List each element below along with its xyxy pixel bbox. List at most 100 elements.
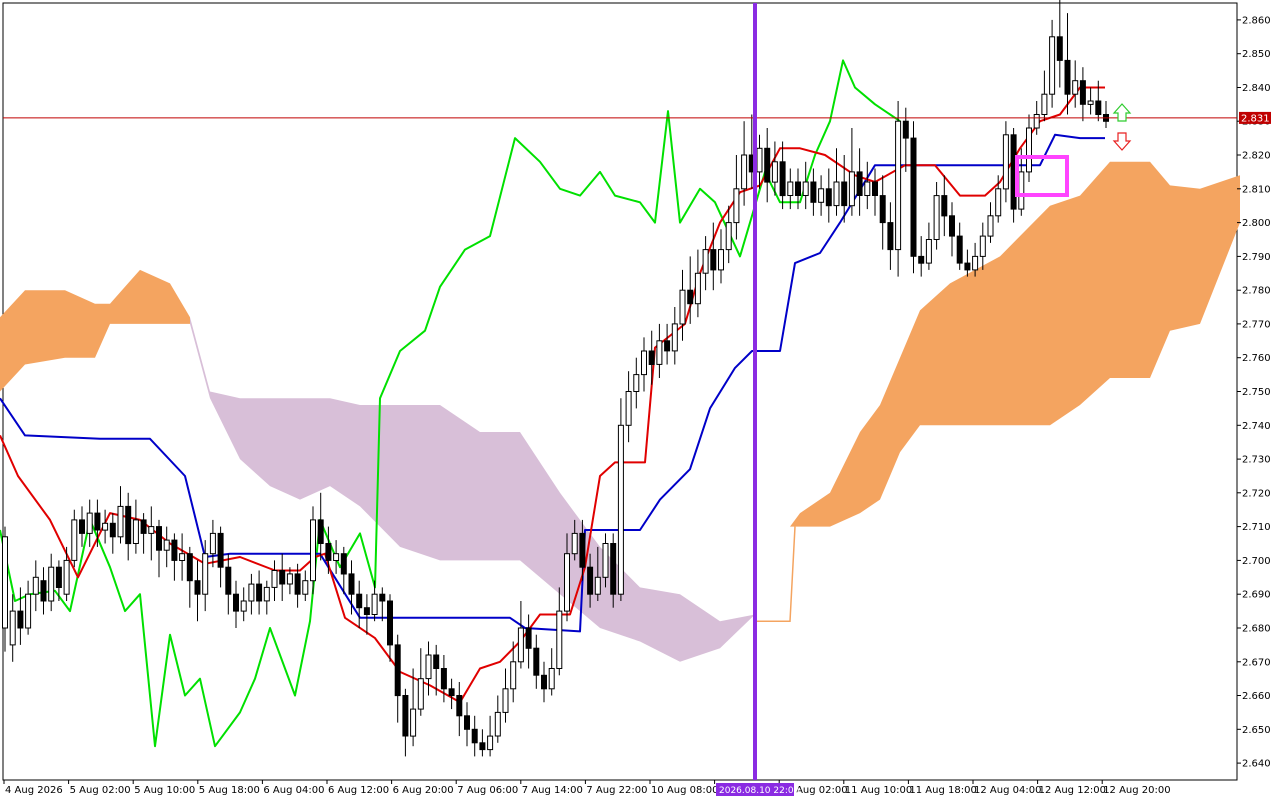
candle-body-bull: [1018, 171, 1025, 210]
candle-body-bear: [379, 593, 386, 602]
candle-body-bear: [456, 695, 463, 717]
candle-body-bull: [32, 576, 39, 595]
candle-body-bear: [479, 742, 486, 751]
x-tick-label: 6 Aug 12:00: [328, 785, 389, 796]
candle-body-bull: [248, 583, 255, 602]
candle-body-bear: [533, 647, 540, 676]
candle-body-bull: [517, 627, 524, 663]
candle-body-bull: [417, 678, 424, 710]
candle-body-bear: [1064, 59, 1071, 95]
candle-body-bear: [664, 340, 671, 352]
candle-body-bear: [294, 573, 301, 595]
candle-body-bull: [694, 272, 701, 305]
candle-body-bull: [1033, 114, 1040, 129]
y-tick-label: 2.860: [1242, 15, 1271, 26]
cursor-time-label: 2026.08.10 22:00: [719, 786, 800, 796]
y-tick-label: 2.640: [1242, 759, 1271, 770]
candle-body-bear: [433, 654, 440, 669]
candle-body-bull: [594, 576, 601, 595]
candle-body-bull: [117, 505, 124, 538]
current-price-tag: 2.831: [1239, 111, 1271, 124]
candle-body-bear: [186, 553, 193, 582]
candle-body-bear: [841, 181, 848, 207]
x-tick-label: 5 Aug 18:00: [199, 785, 260, 796]
candle-body-bull: [494, 711, 501, 737]
candle-body-bull: [271, 570, 278, 588]
candle-body-bull: [671, 323, 678, 352]
candle-body-bull: [1072, 80, 1079, 95]
candle-body-bear: [387, 600, 393, 646]
candle-body-bull: [625, 391, 632, 426]
candle-body-bull: [995, 188, 1002, 217]
candle-body-bear: [140, 519, 147, 534]
candle-body-bear: [448, 688, 455, 697]
candle-body-bull: [1087, 100, 1094, 105]
candle-body-bull: [333, 553, 340, 562]
y-tick-label: 2.650: [1242, 725, 1271, 736]
cursor-time-tag: 2026.08.10 22:00: [716, 783, 800, 796]
candle-body-bear: [394, 644, 401, 697]
candle-body-bull: [510, 661, 517, 690]
y-tick-label: 2.810: [1242, 184, 1271, 195]
x-tick-label: 7 Aug 06:00: [457, 785, 518, 796]
candle-body-bear: [579, 532, 586, 568]
candle-body-bull: [302, 580, 309, 595]
candle-body-bear: [525, 627, 532, 649]
candle-body-bear: [956, 235, 963, 264]
x-tick-label: 11 Aug 18:00: [909, 785, 976, 796]
candle-body-bull: [771, 161, 778, 183]
candle-body-bull: [71, 519, 78, 561]
candle-body-bull: [925, 239, 932, 264]
candle-body-bull: [425, 654, 432, 680]
candle-body-bear: [471, 728, 478, 744]
x-tick-label: 7 Aug 22:00: [586, 785, 647, 796]
candle-body-bear: [825, 188, 832, 207]
candle-body-bull: [979, 235, 986, 257]
candle-body-bull: [202, 553, 209, 595]
candle-body-bear: [902, 120, 909, 139]
candle: [310, 506, 316, 595]
candle-body-bear: [356, 593, 363, 609]
candle-body-bull: [641, 350, 647, 376]
candle-body-bull: [741, 154, 748, 190]
candle-body-bear: [949, 215, 955, 237]
x-tick-label: 6 Aug 04:00: [263, 785, 324, 796]
candle-body-bull: [987, 215, 994, 237]
x-tick-label: 12 Aug 12:00: [1039, 785, 1106, 796]
candle-body-bull: [1049, 36, 1056, 95]
candle-body-bear: [171, 539, 178, 561]
candle: [617, 398, 624, 601]
candle-body-bull: [179, 553, 186, 562]
candle-body-bull: [733, 188, 740, 224]
candle-body-bear: [402, 695, 409, 737]
candle-body-bear: [156, 526, 162, 551]
y-tick-label: 2.850: [1242, 49, 1271, 60]
candle-body-bear: [79, 519, 85, 534]
candle-body-bull: [818, 188, 825, 203]
candle-body-bear: [325, 543, 332, 561]
candle-body-bull: [1026, 127, 1032, 173]
candle-body-bull: [209, 532, 216, 555]
candle-body-bear: [55, 566, 62, 589]
candle-body-bear: [217, 532, 224, 568]
candle-body-bull: [718, 249, 724, 271]
candle-body-bull: [286, 573, 293, 585]
candle-body-bull: [633, 374, 640, 393]
candle-body-bull: [263, 586, 270, 602]
candle-body-bear: [225, 566, 232, 595]
y-tick-label: 2.680: [1242, 624, 1271, 635]
y-tick-label: 2.740: [1242, 421, 1271, 432]
x-tick-label: 5 Aug 10:00: [134, 785, 195, 796]
x-tick-label: 12 Aug 20:00: [1103, 785, 1170, 796]
candle-body-bull: [25, 593, 32, 629]
candle-body-bull: [702, 249, 709, 274]
candle-body-bear: [879, 195, 886, 224]
candle-body-bear: [1095, 100, 1102, 115]
x-tick-label: 11 Aug 10:00: [845, 785, 912, 796]
ichimoku-chart[interactable]: 2.8602.8502.8402.8302.8202.8102.8002.790…: [0, 0, 1280, 800]
candle: [910, 121, 917, 274]
candle-body-bull: [895, 120, 902, 251]
candle-body-bear: [440, 668, 447, 690]
candle-body-bear: [94, 512, 101, 531]
y-tick-label: 2.790: [1242, 252, 1271, 263]
